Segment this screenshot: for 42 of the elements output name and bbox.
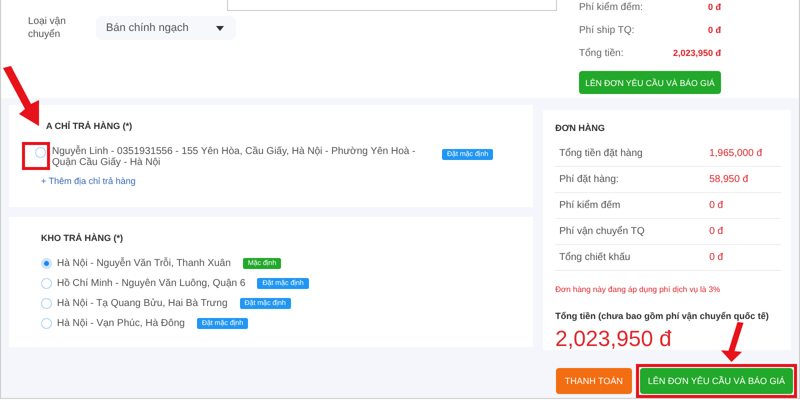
fee-label: Phí kiểm đếm: bbox=[579, 2, 643, 13]
radio-button[interactable] bbox=[41, 278, 52, 289]
highlight-frame bbox=[22, 142, 50, 170]
address-text: Nguyễn Linh - 0351931556 - 155 Yên Hòa, Cầu Giấy, Hà Nội - Phường Yên Hoà - Quận Cầu Giấy - Hà Nội bbox=[52, 146, 416, 168]
caret-icon bbox=[216, 26, 224, 30]
fee-value: 0 đ bbox=[708, 2, 721, 12]
pay-button[interactable]: THANH TOÁN bbox=[556, 368, 632, 394]
fee-value: 0 đ bbox=[708, 25, 721, 35]
shipping-select[interactable]: Bán chính ngạch bbox=[96, 16, 236, 40]
fee-label: Phí đặt hàng: bbox=[559, 174, 620, 185]
arrow-annotation bbox=[1, 66, 41, 126]
fee-value: 1,965,000 đ bbox=[709, 148, 762, 159]
total-label: Tổng tiền (chưa bao gồm phí vận chuyển quốc tế) bbox=[555, 311, 770, 321]
radio-button[interactable] bbox=[41, 298, 52, 309]
quote-button[interactable]: LÊN ĐƠN YÊU CẦU VÀ BÁO GIÁ bbox=[579, 71, 721, 94]
radio-button[interactable] bbox=[41, 318, 52, 329]
fee-value: 0 đ bbox=[709, 252, 724, 263]
section-title: ĐƠN HÀNG bbox=[555, 123, 606, 133]
warehouse-option: Hà Nội - Nguyễn Văn Trỗi, Thanh Xuân bbox=[57, 258, 231, 268]
section-title: A CHỈ TRẢ HÀNG (*) bbox=[46, 121, 134, 131]
warehouse-option: Hà Nội - Tạ Quang Bửu, Hai Bà Trưng bbox=[57, 298, 228, 308]
fee-value: 0 đ bbox=[709, 200, 724, 211]
total-amount: 2,023,950 đ bbox=[555, 326, 672, 352]
radio-button[interactable] bbox=[35, 147, 46, 158]
fee-label: Phí ship TQ: bbox=[579, 25, 634, 36]
text-area[interactable] bbox=[227, 0, 557, 11]
fee-label: Phí vận chuyển TQ bbox=[559, 226, 646, 237]
fee-label: Tổng chiết khấu bbox=[559, 252, 632, 263]
fee-label: Tổng tiền: bbox=[579, 48, 624, 59]
service-note: Đơn hàng này đang áp dụng phí dịch vụ là 3% bbox=[555, 285, 722, 294]
fee-label: Phí kiểm đếm bbox=[559, 200, 622, 211]
add-address-link[interactable]: + Thêm địa chỉ trả hàng bbox=[41, 176, 136, 186]
fee-value: 2,023,950 đ bbox=[672, 48, 721, 58]
quote-button[interactable]: LÊN ĐƠN YÊU CẦU VÀ BÁO GIÁ bbox=[640, 368, 793, 394]
fee-value: 0 đ bbox=[709, 226, 724, 237]
fee-label: Tổng tiền đặt hàng bbox=[559, 148, 644, 159]
warehouse-option: Hồ Chí Minh - Nguyên Văn Luông, Quận 6 bbox=[57, 278, 246, 288]
radio-button[interactable] bbox=[41, 258, 52, 269]
fee-value: 58,950 đ bbox=[709, 174, 748, 185]
section-title: KHO TRẢ HÀNG (*) bbox=[41, 233, 124, 243]
warehouse-option: Hà Nội - Vạn Phúc, Hà Đông bbox=[57, 318, 185, 328]
field-label: Loại vận chuyển bbox=[28, 15, 67, 41]
